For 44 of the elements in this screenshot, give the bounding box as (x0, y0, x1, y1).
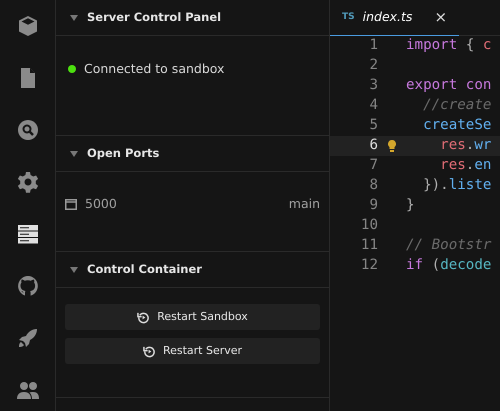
cat-icon[interactable] (16, 274, 40, 298)
port-label: main (288, 195, 320, 213)
file-name: index.ts (362, 8, 412, 26)
line-number: 1 (368, 36, 378, 56)
line-number: 9 (368, 196, 378, 216)
line-number: 2 (368, 56, 378, 76)
code-text: createSe (422, 116, 492, 136)
line-number: 5 (368, 116, 378, 136)
line-number: 6 (368, 136, 378, 156)
code-text: } (406, 196, 415, 216)
code-text: // Bootstr (406, 236, 492, 256)
code-text: if (decode (406, 256, 492, 276)
gear-icon[interactable] (16, 170, 40, 194)
line-number: 7 (368, 156, 378, 176)
code-text: res.en (439, 156, 492, 176)
port-number: 5000 (85, 195, 117, 213)
code-text: export con (406, 76, 492, 96)
section-header[interactable]: Server Control Panel (56, 0, 329, 36)
caret-icon (69, 14, 79, 22)
caret-icon (69, 266, 79, 274)
file-type-label: TS (342, 10, 355, 24)
lightbulb-icon[interactable] (387, 139, 397, 153)
close-icon[interactable]: × (434, 6, 448, 29)
line-number: 10 (360, 216, 378, 236)
window-icon (65, 198, 77, 210)
line-number: 11 (360, 236, 378, 256)
caret-icon (69, 150, 79, 158)
line-number: 3 (368, 76, 378, 96)
code-text: res.wr (439, 136, 492, 156)
restart-button[interactable]: Restart Sandbox (65, 304, 320, 330)
server-icon[interactable] (16, 222, 40, 246)
code-text: import { c (406, 36, 492, 56)
code-text: }).liste (422, 176, 492, 196)
section-header[interactable]: Control Container (56, 252, 329, 288)
line-number: 4 (368, 96, 378, 116)
search-icon[interactable] (16, 118, 40, 142)
restart-icon (142, 344, 156, 358)
restart-button[interactable]: Restart Server (65, 338, 320, 364)
status-text: Connected to sandbox (84, 60, 224, 78)
line-number: 12 (360, 256, 378, 276)
line-number: 8 (368, 176, 378, 196)
restart-icon (137, 310, 150, 324)
section-header[interactable]: Open Ports (56, 136, 329, 172)
code-text: //create (422, 96, 492, 116)
